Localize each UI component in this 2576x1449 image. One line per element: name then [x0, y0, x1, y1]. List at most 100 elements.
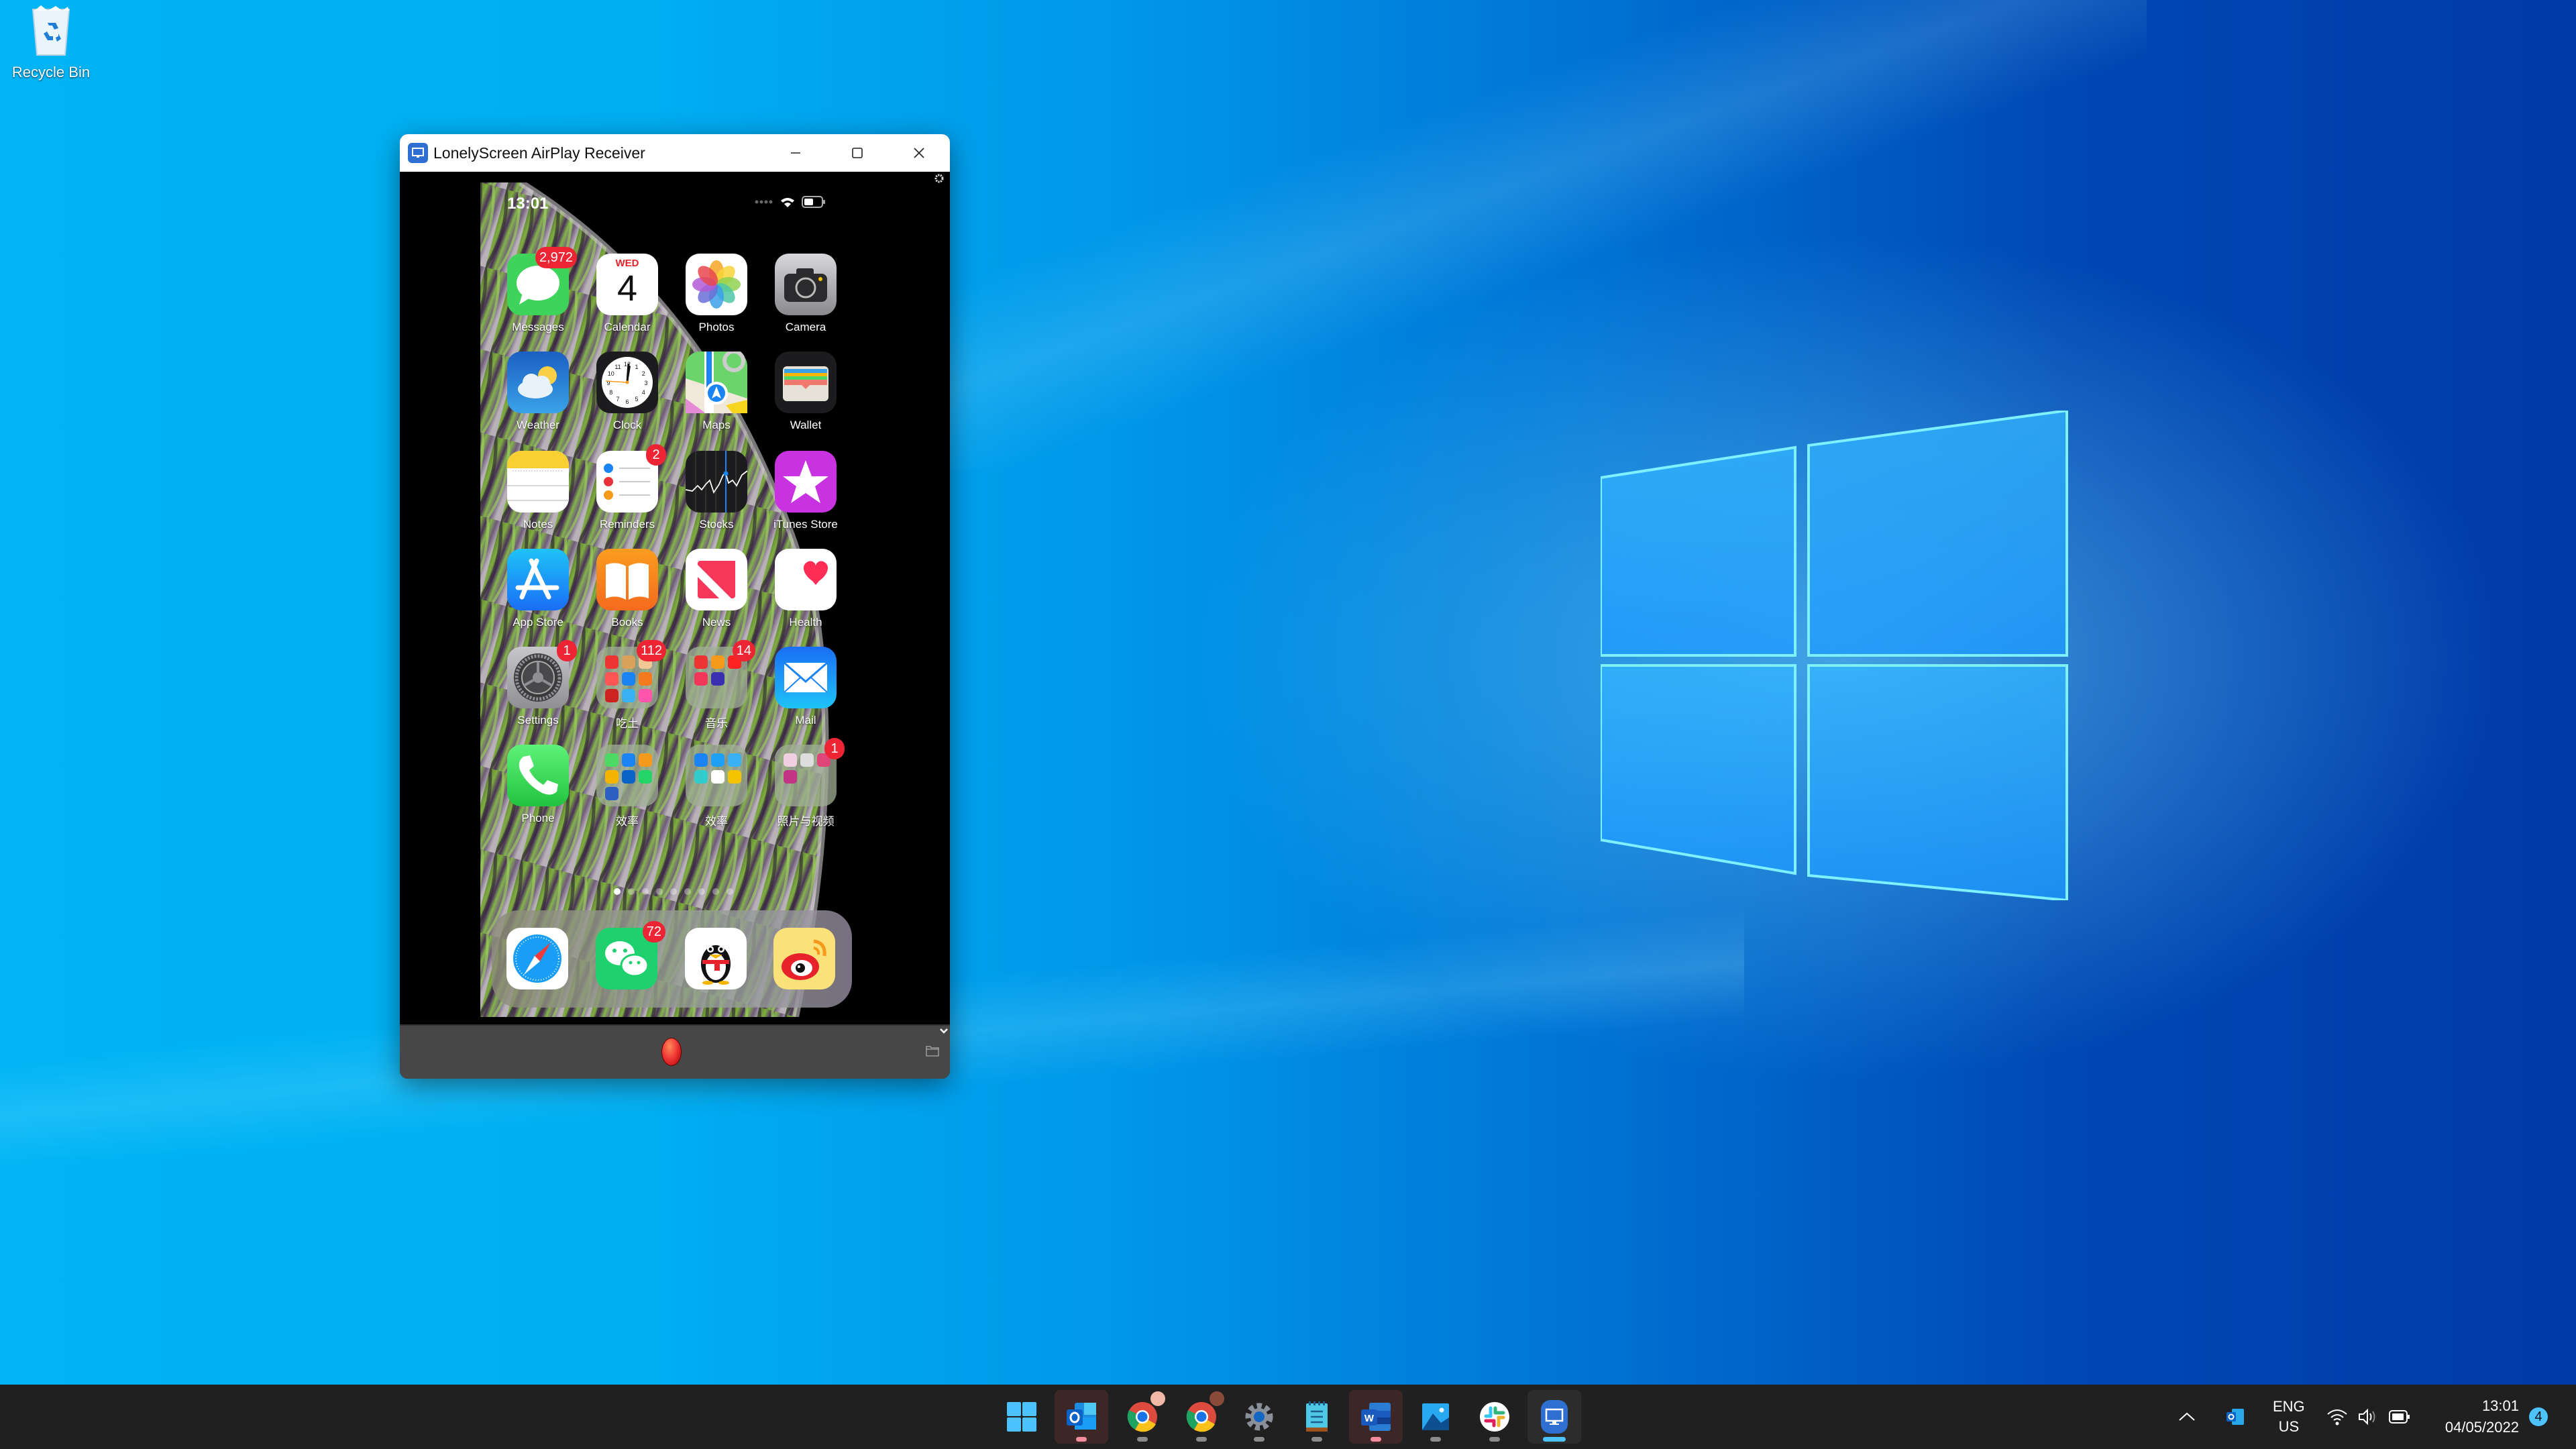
chrome-icon: [1126, 1401, 1159, 1433]
app-wallet[interactable]: Wallet: [761, 352, 850, 432]
app-itunes-store[interactable]: iTunes Store: [761, 451, 850, 531]
app-label: 吃土: [616, 717, 639, 730]
app-folder[interactable]: 1 照片与视频: [761, 738, 850, 828]
weibo-icon: [773, 928, 835, 989]
taskbar-settings[interactable]: [1232, 1390, 1286, 1444]
app-mail[interactable]: Mail: [761, 647, 850, 727]
taskbar-running-indicator: [1196, 1437, 1207, 1442]
taskbar-chrome-3[interactable]: [1175, 1390, 1228, 1444]
app-clock[interactable]: 1 2 3 4 5 6 7 8 9 10 11 12 Clock: [583, 352, 672, 432]
app-label: App Store: [513, 616, 564, 629]
page-dot[interactable]: [655, 888, 663, 895]
page-indicator[interactable]: [480, 888, 866, 895]
folder-icon[interactable]: [926, 1044, 939, 1057]
svg-text:10: 10: [608, 370, 614, 377]
folder-mini-app-icon: [694, 655, 708, 669]
taskbar-photos[interactable]: [1409, 1390, 1462, 1444]
taskbar-outlook[interactable]: [1055, 1390, 1108, 1444]
app-label: Health: [789, 616, 822, 629]
record-button[interactable]: [661, 1038, 682, 1066]
taskbar-notepad[interactable]: [1290, 1390, 1344, 1444]
window-titlebar[interactable]: LonelyScreen AirPlay Receiver: [400, 134, 950, 172]
reminders-icon: 2: [596, 444, 666, 513]
dock-app-safari[interactable]: [493, 928, 582, 989]
settings-gear-button[interactable]: [934, 173, 945, 184]
desktop-icon-recycle-bin[interactable]: Recycle Bin: [3, 4, 99, 81]
app-news[interactable]: News: [672, 549, 761, 629]
minimize-button[interactable]: [765, 134, 826, 172]
page-dot[interactable]: [712, 888, 719, 895]
outlook-icon: [1065, 1401, 1097, 1432]
app-messages[interactable]: 2,972 Messages: [494, 247, 582, 334]
taskbar-slack[interactable]: [1468, 1390, 1521, 1444]
outlook-tray-icon: [2226, 1409, 2244, 1425]
page-dot[interactable]: [641, 888, 649, 895]
folder-mini-app-icon: [622, 770, 635, 784]
app-notes[interactable]: Notes: [494, 451, 582, 531]
app-stocks[interactable]: Stocks: [672, 451, 761, 531]
app-label: iTunes Store: [773, 518, 838, 531]
quick-settings-button[interactable]: [2326, 1385, 2411, 1449]
svg-text:2: 2: [642, 370, 645, 377]
taskbar-running-indicator: [1430, 1437, 1441, 1442]
lonelyscreen-icon: [1540, 1399, 1569, 1435]
folder-mini-app-icon: [605, 770, 619, 784]
maximize-button[interactable]: [826, 134, 888, 172]
app-settings[interactable]: 1 Settings: [494, 640, 582, 727]
tray-outlook[interactable]: [2225, 1385, 2245, 1449]
app-label: Mail: [795, 714, 816, 727]
app-app-store[interactable]: App Store: [494, 549, 582, 629]
app-label: Stocks: [699, 518, 734, 531]
app-phone[interactable]: Phone: [494, 745, 582, 825]
folder-mini-app-icon: [784, 770, 797, 784]
app-reminders[interactable]: 2 Reminders: [583, 444, 672, 531]
show-hidden-icons-button[interactable]: [2177, 1385, 2197, 1449]
taskbar-start[interactable]: [995, 1390, 1049, 1444]
windows-start-icon: [1006, 1401, 1037, 1432]
app-photos[interactable]: Photos: [672, 254, 761, 334]
app-books[interactable]: Books: [583, 549, 672, 629]
input-language-indicator[interactable]: ENG US: [2273, 1385, 2305, 1449]
svg-text:8: 8: [609, 389, 612, 396]
dock-app-qq[interactable]: [672, 928, 760, 989]
window-title: LonelyScreen AirPlay Receiver: [433, 144, 645, 162]
taskbar-word[interactable]: W: [1349, 1390, 1403, 1444]
page-dot[interactable]: [669, 888, 677, 895]
taskbar-lonelyscreen[interactable]: [1527, 1390, 1581, 1444]
app-folder[interactable]: 14 音乐: [672, 640, 761, 731]
dock-app-weibo[interactable]: [760, 928, 849, 989]
app-maps[interactable]: Maps: [672, 350, 761, 432]
language-code: ENG: [2273, 1398, 2305, 1415]
app-folder[interactable]: 效率: [672, 745, 761, 828]
app-health[interactable]: Health: [761, 549, 850, 629]
chrome-profile-avatar: [1210, 1391, 1224, 1406]
page-dot[interactable]: [726, 888, 733, 895]
folder-mini-app-icon: [694, 672, 708, 686]
taskbar-clock[interactable]: 13:01 04/05/2022: [2428, 1385, 2519, 1449]
page-dot[interactable]: [627, 888, 635, 895]
chevron-down-icon[interactable]: [939, 1027, 949, 1035]
folder-mini-app-icon: [711, 672, 724, 686]
app-weather[interactable]: Weather: [494, 352, 582, 432]
notification-badge: 1: [557, 640, 577, 661]
page-dot[interactable]: [613, 888, 621, 895]
app-label: Settings: [517, 714, 559, 727]
page-dot[interactable]: [684, 888, 691, 895]
settings-gear-icon: [1244, 1401, 1275, 1432]
app-label: Reminders: [599, 518, 655, 531]
dock-app-wechat[interactable]: 72: [582, 921, 671, 989]
close-button[interactable]: [888, 134, 950, 172]
app-camera[interactable]: Camera: [761, 254, 850, 334]
lonelyscreen-icon: [408, 143, 428, 163]
app-calendar[interactable]: WED 4 Calendar: [583, 254, 672, 334]
taskbar-running-indicator: [1311, 1437, 1322, 1442]
wechat-icon: 72: [596, 921, 665, 989]
app-folder[interactable]: 112 吃土: [583, 640, 672, 731]
taskbar-chrome-2[interactable]: [1116, 1390, 1169, 1444]
notification-center-button[interactable]: 4: [2529, 1385, 2548, 1449]
iphone-mirror-screen[interactable]: 13:01 2,972 Messages WED 4 Calendar Photos Cam…: [480, 182, 866, 1017]
windows-taskbar: W ENG US 13:01 04/05/2022 4: [0, 1385, 2576, 1449]
svg-text:3: 3: [644, 380, 647, 386]
page-dot[interactable]: [698, 888, 705, 895]
app-folder[interactable]: 效率: [583, 745, 672, 828]
